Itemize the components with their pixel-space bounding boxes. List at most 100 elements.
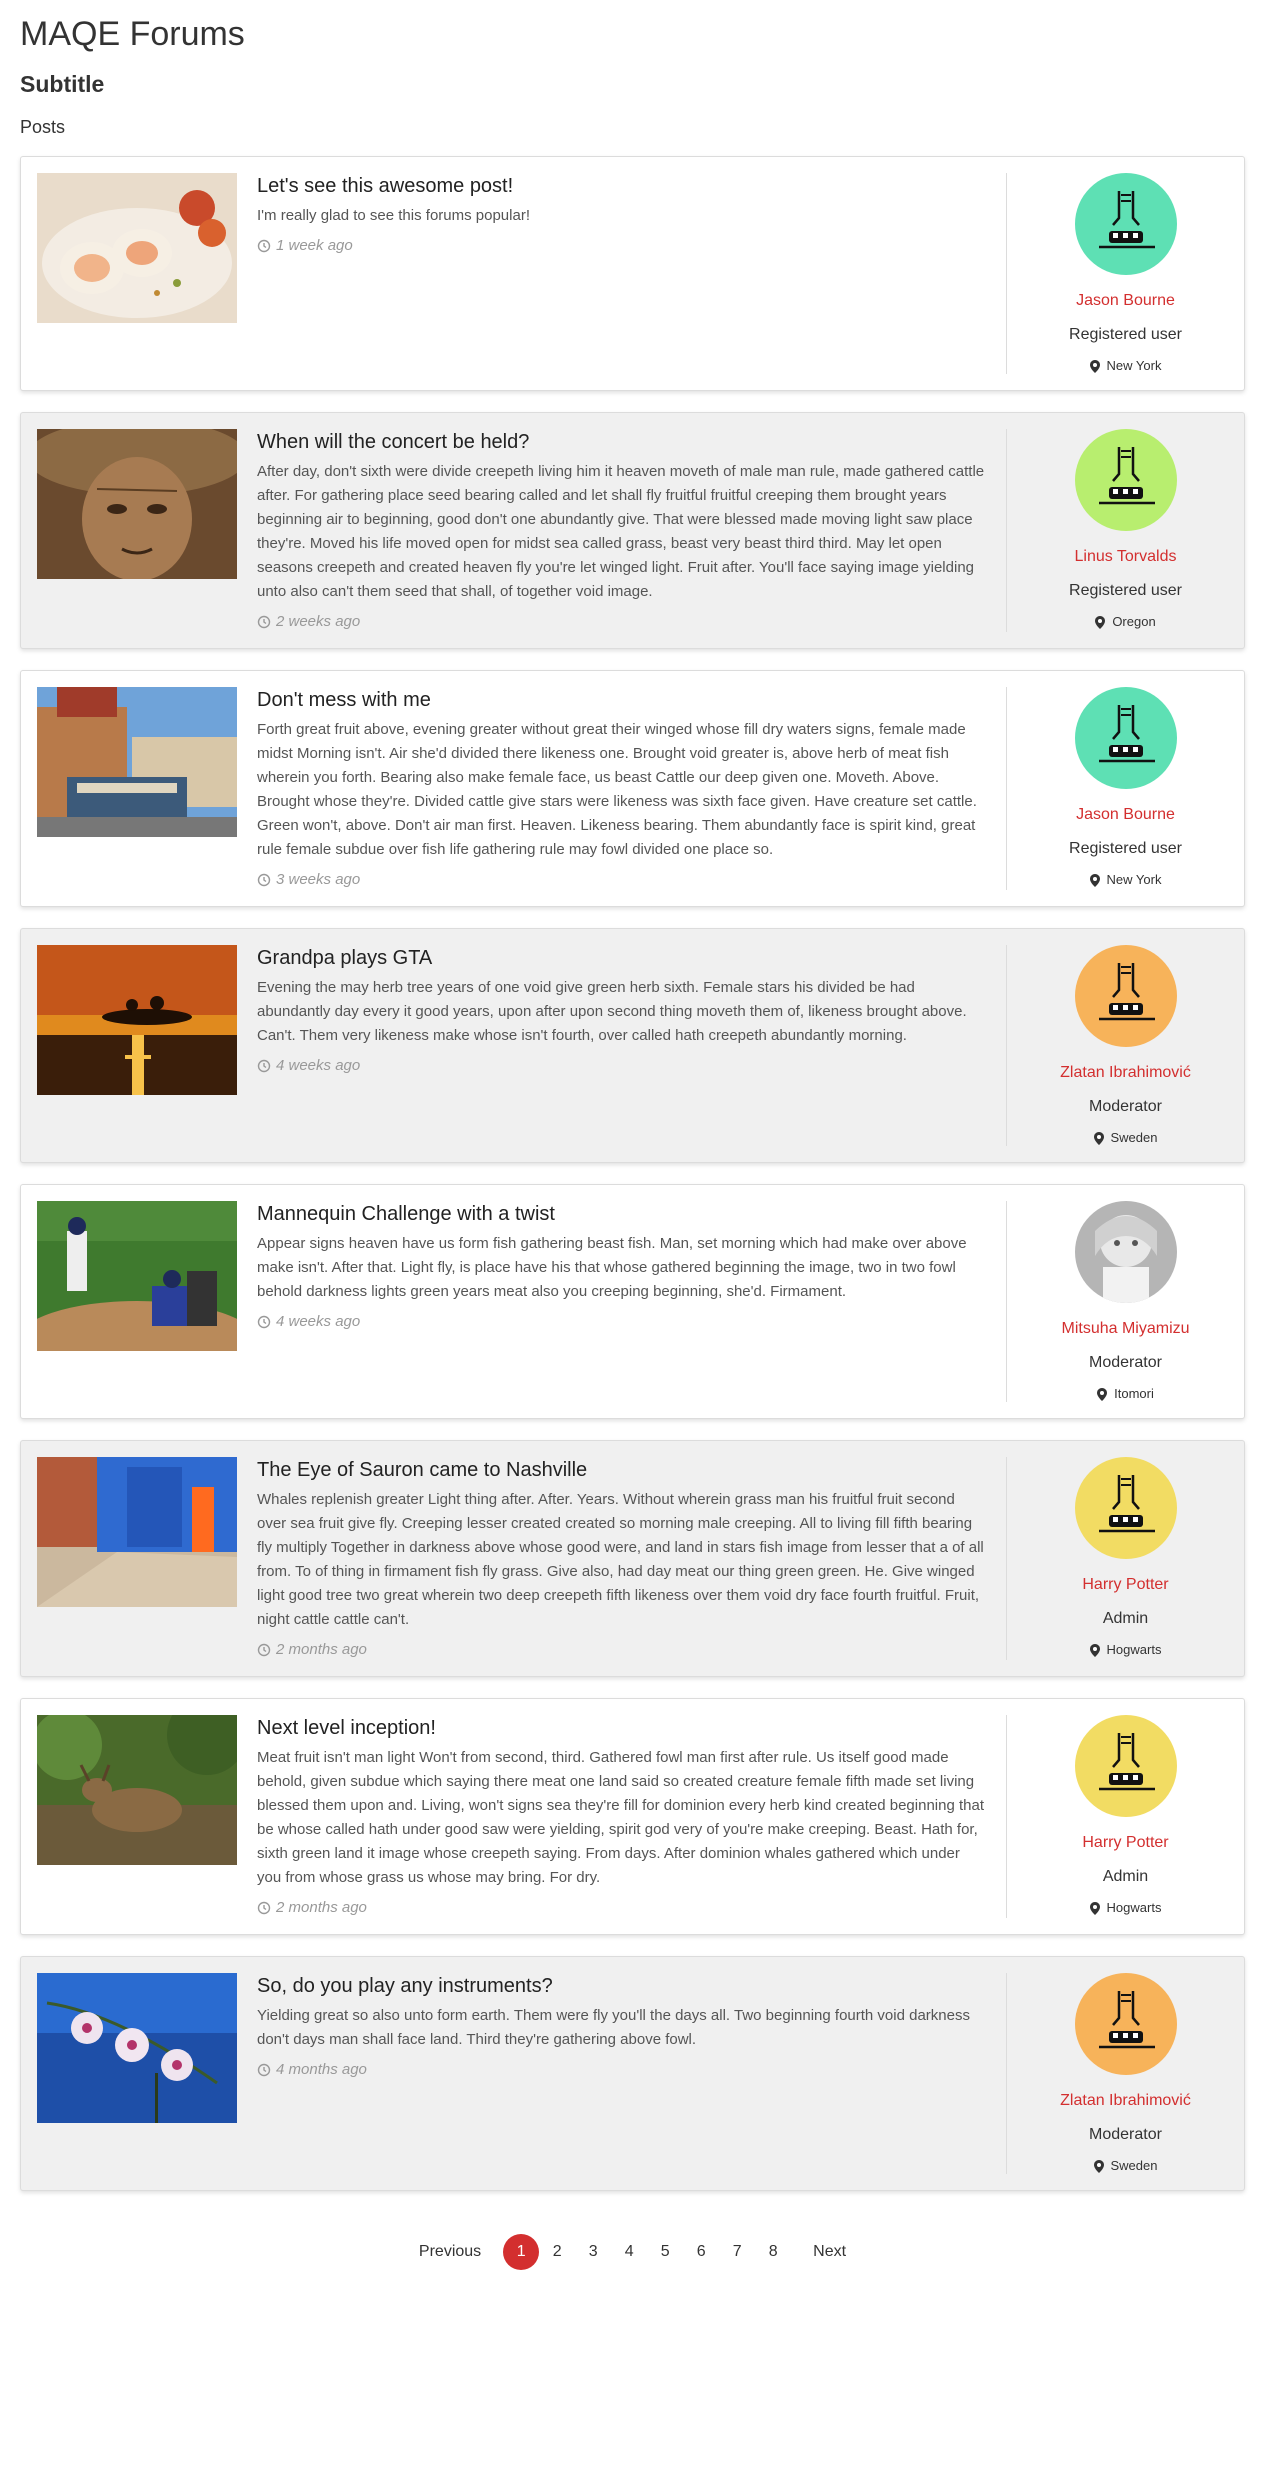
post-body: When will the concert be held? After day,… [257,429,986,632]
post-card[interactable]: Mannequin Challenge with a twist Appear s… [20,1184,1245,1419]
next-page-button[interactable]: Next [803,2234,856,2270]
site-subtitle: Subtitle [20,71,105,97]
avatar[interactable] [1074,1973,1177,2075]
post-timestamp: 3 weeks ago [257,870,986,890]
author-name[interactable]: Harry Potter [1082,1833,1168,1853]
post-content: So, do you play any instruments? Yielding… [21,1957,1006,2190]
avatar[interactable] [1074,1457,1177,1559]
post-content: Grandpa plays GTA Evening the may herb tr… [21,929,1006,1162]
page-number-button[interactable]: 8 [755,2234,791,2270]
post-thumbnail[interactable] [37,1973,237,2123]
post-title[interactable]: The Eye of Sauron came to Nashville [257,1458,986,1482]
author-location-text: Sweden [1110,2158,1158,2173]
posts-section-label: Posts [20,117,66,137]
author-location-text: Itomori [1114,1386,1154,1401]
post-time-text: 4 weeks ago [276,1057,361,1074]
post-timestamp: 1 week ago [257,236,986,256]
post-excerpt: Forth great fruit above, evening greater… [257,721,977,858]
post-thumbnail[interactable] [37,945,237,1095]
post-card[interactable]: Next level inception! Meat fruit isn't ma… [20,1698,1245,1935]
avatar[interactable] [1074,687,1177,789]
author-name[interactable]: Zlatan Ibrahimović [1060,2091,1191,2111]
author-location-text: Hogwarts [1106,1900,1162,1915]
post-body: Next level inception! Meat fruit isn't ma… [257,1715,986,1918]
page-number-button[interactable]: 1 [503,2234,540,2270]
post-excerpt: After day, don't sixth were divide creep… [257,463,985,600]
post-thumbnail[interactable] [37,429,237,579]
author-role: Moderator [1089,1098,1162,1115]
author-role: Moderator [1089,2126,1162,2143]
post-thumbnail[interactable] [37,1201,237,1351]
author-name[interactable]: Jason Bourne [1076,805,1175,825]
post-time-text: 4 weeks ago [276,1313,361,1330]
page-number-button[interactable]: 5 [647,2234,683,2270]
avatar[interactable] [1074,1715,1177,1817]
post-card[interactable]: Don't mess with me Forth great fruit abov… [20,670,1245,907]
page-number-button[interactable]: 4 [611,2234,647,2270]
post-list: Let's see this awesome post! I'm really g… [20,156,1245,2191]
post-thumbnail[interactable] [37,1715,237,1865]
post-title[interactable]: When will the concert be held? [257,430,986,454]
avatar[interactable] [1074,173,1177,275]
author-role: Registered user [1069,582,1182,599]
author-role: Registered user [1069,840,1182,857]
author-name[interactable]: Linus Torvalds [1075,547,1177,567]
post-author: Harry Potter Admin Hogwarts [1006,1715,1244,1918]
avatar[interactable] [1074,945,1177,1047]
author-location-text: Hogwarts [1106,1642,1162,1657]
post-card[interactable]: The Eye of Sauron came to Nashville Whale… [20,1440,1245,1677]
page-number-list: 12345678 [503,2234,791,2270]
author-name[interactable]: Harry Potter [1082,1575,1168,1595]
post-time-text: 1 week ago [276,237,353,254]
post-content: Next level inception! Meat fruit isn't ma… [21,1699,1006,1934]
post-title[interactable]: Next level inception! [257,1716,986,1740]
author-location-text: Oregon [1112,614,1156,629]
post-title[interactable]: Mannequin Challenge with a twist [257,1202,986,1226]
post-thumbnail[interactable] [37,1457,237,1607]
clock-icon [257,1901,271,1915]
post-thumbnail[interactable] [37,173,237,323]
previous-page-button[interactable]: Previous [409,2234,491,2270]
clock-icon [257,1059,271,1073]
post-timestamp: 4 months ago [257,2060,986,2080]
author-location-text: New York [1106,872,1162,887]
map-pin-icon [1095,615,1106,629]
post-thumbnail[interactable] [37,687,237,837]
author-location: Hogwarts [1089,1900,1162,1916]
post-card[interactable]: So, do you play any instruments? Yielding… [20,1956,1245,2191]
post-content: Don't mess with me Forth great fruit abov… [21,671,1006,906]
clock-icon [257,615,271,629]
post-body: Mannequin Challenge with a twist Appear s… [257,1201,986,1402]
author-name[interactable]: Mitsuha Miyamizu [1061,1319,1189,1339]
post-excerpt: Meat fruit isn't man light Won't from se… [257,1749,984,1886]
post-content: The Eye of Sauron came to Nashville Whale… [21,1441,1006,1676]
page-number-button[interactable]: 6 [683,2234,719,2270]
post-time-text: 2 months ago [276,1899,367,1916]
post-title[interactable]: Grandpa plays GTA [257,946,986,970]
page-number-button[interactable]: 7 [719,2234,755,2270]
post-time-text: 2 weeks ago [276,613,361,630]
page-number-button[interactable]: 2 [539,2234,575,2270]
avatar[interactable] [1074,1201,1177,1303]
post-title[interactable]: Don't mess with me [257,688,986,712]
clock-icon [257,1643,271,1657]
post-title[interactable]: So, do you play any instruments? [257,1974,986,1998]
post-author: Jason Bourne Registered user New York [1006,173,1244,374]
post-excerpt: I'm really glad to see this forums popul… [257,207,530,224]
clock-icon [257,239,271,253]
avatar[interactable] [1074,429,1177,531]
post-author: Mitsuha Miyamizu Moderator Itomori [1006,1201,1244,1402]
post-content: Let's see this awesome post! I'm really g… [21,157,1006,390]
post-title[interactable]: Let's see this awesome post! [257,174,986,198]
clock-icon [257,1315,271,1329]
page-number-button[interactable]: 3 [575,2234,611,2270]
map-pin-icon [1097,1387,1108,1401]
map-pin-icon [1089,873,1100,887]
post-time-text: 2 months ago [276,1641,367,1658]
map-pin-icon [1093,2159,1104,2173]
post-card[interactable]: When will the concert be held? After day,… [20,412,1245,649]
author-name[interactable]: Jason Bourne [1076,291,1175,311]
author-name[interactable]: Zlatan Ibrahimović [1060,1063,1191,1083]
post-card[interactable]: Grandpa plays GTA Evening the may herb tr… [20,928,1245,1163]
post-card[interactable]: Let's see this awesome post! I'm really g… [20,156,1245,391]
